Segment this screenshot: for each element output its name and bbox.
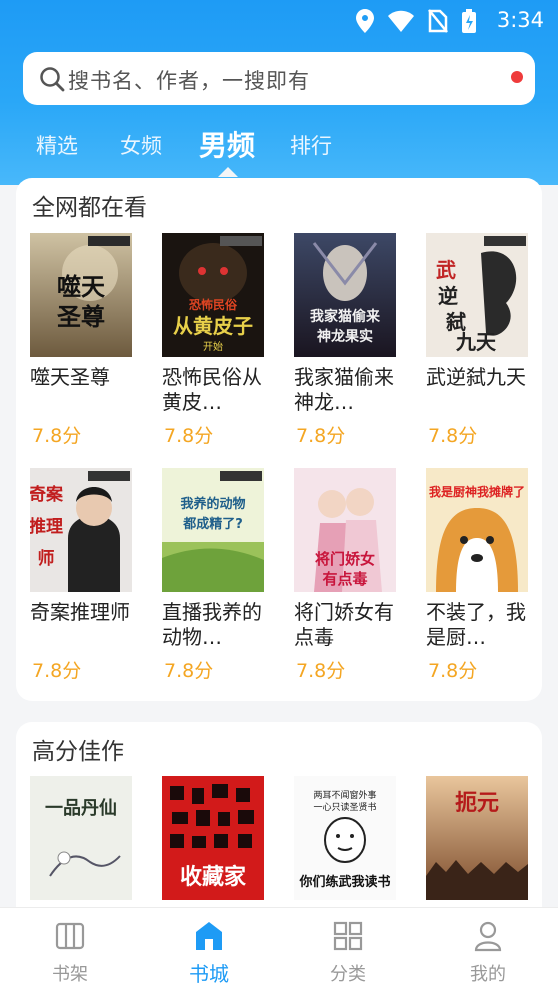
battery-icon bbox=[462, 9, 476, 33]
book-rating: 7.8分 bbox=[428, 425, 478, 447]
location-icon bbox=[356, 9, 374, 33]
tab-nvpin[interactable]: 女频 bbox=[120, 130, 162, 160]
svg-text:恐怖民俗: 恐怖民俗 bbox=[189, 297, 238, 312]
book-rating: 7.8分 bbox=[296, 425, 346, 447]
book-cover[interactable]: 收藏家 bbox=[162, 776, 264, 900]
book-cover[interactable]: 扼元 bbox=[426, 776, 528, 900]
svg-text:两耳不闻窗外事: 两耳不闻窗外事 bbox=[313, 789, 376, 801]
svg-text:推理: 推理 bbox=[30, 516, 63, 537]
svg-text:一心只读圣贤书: 一心只读圣贤书 bbox=[313, 801, 376, 813]
tab-indicator bbox=[218, 167, 238, 177]
svg-text:收藏家: 收藏家 bbox=[180, 864, 247, 890]
nav-profile[interactable]: 我的 bbox=[443, 908, 533, 993]
svg-text:有点毒: 有点毒 bbox=[322, 570, 367, 588]
book-title: 直播我养的动物… bbox=[162, 600, 262, 649]
bottom-nav: 书架 书城 分类 我的 bbox=[0, 907, 558, 993]
svg-text:我家猫偷来: 我家猫偷来 bbox=[310, 308, 381, 325]
svg-text:你们练武我读书: 你们练武我读书 bbox=[298, 874, 390, 890]
nav-label: 书架 bbox=[52, 964, 88, 985]
nav-label: 书城 bbox=[189, 962, 229, 986]
search-placeholder: 搜书名、作者，一搜即有 bbox=[68, 69, 310, 93]
book-cover[interactable]: 武 逆 弑 九天 bbox=[426, 233, 528, 357]
book-title: 我家猫偷来神龙… bbox=[294, 365, 394, 414]
svg-text:都成精了?: 都成精了? bbox=[182, 516, 243, 532]
home-icon bbox=[194, 920, 224, 952]
book-cover[interactable]: 我是厨神我摊牌了 bbox=[426, 468, 528, 592]
book-rating: 7.8分 bbox=[164, 660, 214, 682]
status-bar: 3:34 bbox=[0, 0, 558, 42]
nav-category[interactable]: 分类 bbox=[303, 908, 393, 993]
search-icon bbox=[39, 66, 65, 92]
status-icons bbox=[356, 9, 476, 33]
svg-text:逆: 逆 bbox=[438, 284, 458, 308]
svg-text:我养的动物: 我养的动物 bbox=[180, 496, 245, 512]
svg-text:一品丹仙: 一品丹仙 bbox=[45, 797, 117, 819]
book-cover[interactable]: 将门娇女 有点毒 bbox=[294, 468, 396, 592]
bookshelf-icon bbox=[55, 920, 85, 952]
notification-dot bbox=[511, 71, 523, 83]
tab-nanpin[interactable]: 男频 bbox=[199, 124, 255, 164]
book-rating: 7.8分 bbox=[296, 660, 346, 682]
svg-text:师: 师 bbox=[38, 548, 55, 569]
book-cover[interactable]: 奇案 推理 师 bbox=[30, 468, 132, 592]
tab-paihang[interactable]: 排行 bbox=[290, 130, 332, 160]
status-time: 3:34 bbox=[496, 8, 544, 32]
svg-text:奇案: 奇案 bbox=[30, 484, 64, 505]
book-title: 恐怖民俗从黄皮… bbox=[162, 365, 262, 414]
nav-bookstore[interactable]: 书城 bbox=[164, 908, 254, 993]
section-title: 全网都在看 bbox=[32, 195, 147, 221]
category-icon bbox=[333, 920, 363, 952]
section-title: 高分佳作 bbox=[32, 739, 124, 765]
svg-text:噬天: 噬天 bbox=[57, 272, 105, 301]
svg-text:从黄皮子: 从黄皮子 bbox=[173, 314, 253, 338]
svg-text:将门娇女: 将门娇女 bbox=[315, 550, 375, 568]
book-title: 武逆弑九天 bbox=[426, 365, 526, 389]
header: 3:34 搜书名、作者，一搜即有 精选 女频 男频 排行 bbox=[0, 0, 558, 185]
book-cover[interactable]: 两耳不闻窗外事 一心只读圣贤书 你们练武我读书 bbox=[294, 776, 396, 900]
svg-text:我是厨神我摊牌了: 我是厨神我摊牌了 bbox=[429, 484, 525, 499]
book-cover[interactable]: 噬天 圣尊 bbox=[30, 233, 132, 357]
nav-bookshelf[interactable]: 书架 bbox=[25, 908, 115, 993]
svg-text:九天: 九天 bbox=[455, 330, 497, 354]
book-title: 噬天圣尊 bbox=[30, 365, 110, 389]
nav-label: 我的 bbox=[470, 964, 506, 985]
book-title: 不装了，我是厨… bbox=[426, 600, 526, 649]
book-rating: 7.8分 bbox=[164, 425, 214, 447]
book-rating: 7.8分 bbox=[32, 660, 82, 682]
nav-label: 分类 bbox=[330, 964, 366, 985]
svg-text:开始: 开始 bbox=[203, 340, 223, 353]
svg-text:扼元: 扼元 bbox=[455, 790, 499, 816]
book-cover[interactable]: 我家猫偷来 神龙果实 bbox=[294, 233, 396, 357]
section-high-rated: 高分佳作 一品丹仙 收藏家 两耳不闻窗外事 一心只读圣贤书 你们练武我读书 扼元 bbox=[16, 722, 542, 922]
search-bar[interactable]: 搜书名、作者，一搜即有 bbox=[23, 52, 535, 105]
book-title: 将门娇女有点毒 bbox=[294, 600, 394, 649]
svg-text:武: 武 bbox=[436, 258, 456, 282]
wifi-icon bbox=[388, 10, 414, 32]
svg-text:神龙果实: 神龙果实 bbox=[317, 328, 373, 345]
book-rating: 7.8分 bbox=[32, 425, 82, 447]
book-cover[interactable]: 我养的动物 都成精了? bbox=[162, 468, 264, 592]
section-trending: 全网都在看 噬天 圣尊 噬天圣尊 7.8分 恐怖民俗 从黄皮子 开始 恐怖民俗从… bbox=[16, 178, 542, 701]
book-cover[interactable]: 恐怖民俗 从黄皮子 开始 bbox=[162, 233, 264, 357]
category-tabs: 精选 女频 男频 排行 bbox=[0, 120, 558, 170]
svg-text:圣尊: 圣尊 bbox=[57, 302, 105, 331]
tab-jingxuan[interactable]: 精选 bbox=[36, 130, 78, 160]
book-title: 奇案推理师 bbox=[30, 600, 130, 624]
profile-icon bbox=[473, 920, 503, 952]
book-cover[interactable]: 一品丹仙 bbox=[30, 776, 132, 900]
book-rating: 7.8分 bbox=[428, 660, 478, 682]
no-sim-icon bbox=[428, 9, 448, 33]
